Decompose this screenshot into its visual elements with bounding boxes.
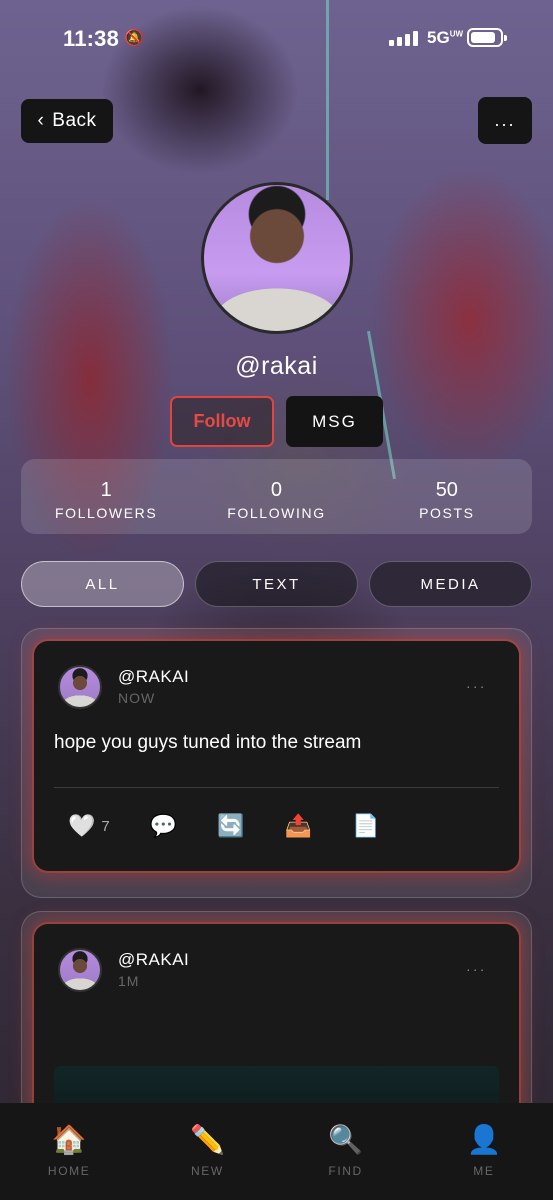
back-label: Back: [52, 110, 97, 131]
profile-handle: @rakai: [235, 352, 318, 380]
follow-button[interactable]: Follow: [170, 396, 274, 447]
nav-new[interactable]: ✏️ NEW: [138, 1103, 276, 1200]
nav-find[interactable]: 🔍 FIND: [277, 1103, 415, 1200]
post-actions: 🤍 7 💬 🔄 📤 📄: [68, 813, 419, 839]
share-button[interactable]: 📤: [285, 813, 312, 839]
chevron-left-icon: ‹: [37, 110, 45, 131]
back-button[interactable]: ‹ Back: [21, 99, 113, 143]
repost-button[interactable]: 🔄: [217, 813, 244, 839]
following-count: 0: [270, 479, 283, 501]
divider: [54, 787, 499, 788]
like-button[interactable]: 🤍 7: [68, 813, 110, 839]
network-indicator: 5GUW: [427, 28, 464, 47]
post-more-icon[interactable]: ...: [466, 958, 487, 974]
more-options-button[interactable]: ...: [478, 97, 532, 144]
avatar[interactable]: [58, 948, 102, 992]
avatar[interactable]: [58, 665, 102, 709]
post-timestamp: NOW: [118, 690, 156, 706]
post-more-icon[interactable]: ...: [466, 675, 487, 691]
profile-stats: 1 FOLLOWERS 0 FOLLOWING 50 POSTS: [21, 459, 532, 534]
stat-posts[interactable]: 50 POSTS: [362, 459, 532, 534]
following-label: FOLLOWING: [227, 505, 326, 521]
nav-home[interactable]: 🏠 HOME: [0, 1103, 138, 1200]
tab-text[interactable]: TEXT: [195, 561, 358, 607]
stat-followers[interactable]: 1 FOLLOWERS: [21, 459, 191, 534]
tab-all[interactable]: ALL: [21, 561, 184, 607]
speech-bubble-icon: 💬: [149, 813, 178, 838]
repost-arrows-icon: 🔄: [217, 813, 245, 838]
post-author[interactable]: @RAKAI: [118, 950, 189, 970]
message-button[interactable]: MSG: [286, 396, 383, 447]
like-count: 7: [101, 817, 110, 835]
document-icon: 📄: [351, 813, 380, 838]
post-filter-tabs: ALL TEXT MEDIA: [21, 561, 532, 607]
comment-button[interactable]: 💬: [150, 813, 177, 839]
post-card: @RAKAI NOW ... hope you guys tuned into …: [21, 628, 532, 898]
post-text: hope you guys tuned into the stream: [54, 732, 362, 753]
status-bar: 11:38 🔕 5GUW: [0, 22, 553, 56]
signal-icon: [389, 30, 418, 46]
save-button[interactable]: 📄: [352, 813, 379, 839]
post-timestamp: 1M: [118, 973, 140, 989]
heart-icon: 🤍: [68, 813, 96, 838]
bottom-navigation: 🏠 HOME ✏️ NEW 🔍 FIND 👤 ME: [0, 1103, 553, 1200]
followers-label: FOLLOWERS: [55, 505, 158, 521]
nav-me[interactable]: 👤 ME: [415, 1103, 553, 1200]
stat-following[interactable]: 0 FOLLOWING: [191, 459, 361, 534]
ellipsis-icon: ...: [494, 110, 516, 130]
outbox-tray-icon: 📤: [284, 813, 312, 838]
nav-new-label: NEW: [190, 1164, 224, 1178]
post-author[interactable]: @RAKAI: [118, 667, 189, 687]
pencil-icon: ✏️: [189, 1124, 225, 1155]
nav-find-label: FIND: [328, 1164, 363, 1178]
followers-count: 1: [100, 479, 112, 501]
tab-media[interactable]: MEDIA: [369, 561, 532, 607]
posts-label: POSTS: [419, 505, 475, 521]
nav-me-label: ME: [473, 1164, 495, 1178]
post-content[interactable]: @RAKAI NOW ... hope you guys tuned into …: [34, 641, 519, 871]
user-silhouette-icon: 👤: [466, 1124, 502, 1155]
magnifier-icon: 🔍: [328, 1124, 364, 1155]
battery-icon: [467, 28, 507, 47]
posts-count: 50: [435, 479, 458, 501]
status-time: 11:38: [63, 26, 120, 51]
silent-bell-icon: 🔕: [124, 30, 144, 47]
nav-home-label: HOME: [47, 1164, 91, 1178]
house-icon: 🏠: [51, 1124, 87, 1155]
profile-avatar[interactable]: [201, 182, 353, 334]
